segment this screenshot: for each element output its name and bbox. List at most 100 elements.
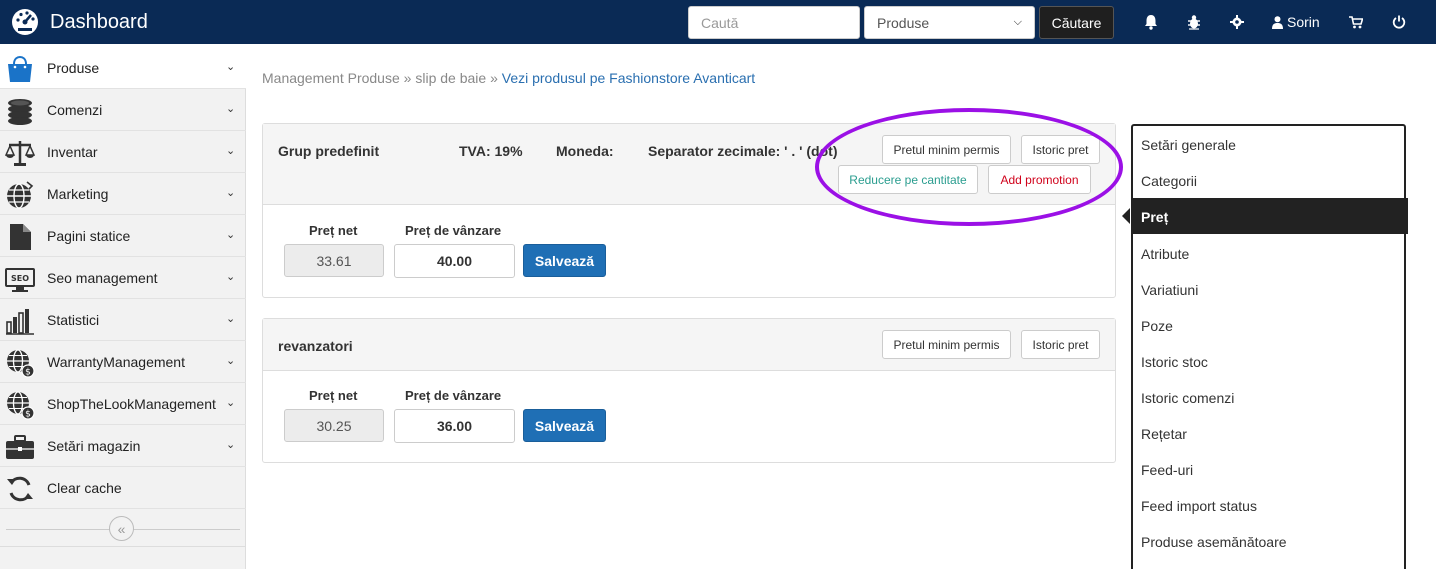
user-menu[interactable]: Sorin (1272, 12, 1320, 32)
nav-item-feed-uri[interactable]: Feed-uri (1133, 451, 1406, 487)
net-price-field: 33.61 (284, 244, 384, 277)
globe-dollar-icon: $ (4, 347, 36, 379)
breadcrumb-item[interactable]: Management Produse (262, 70, 400, 86)
chevron-down-icon: ⌵ (1013, 16, 1022, 28)
sidebar-item-label: Comenzi (47, 102, 103, 118)
nav-item-label: Preț (1141, 209, 1169, 225)
nav-item-categorii[interactable]: Categorii (1133, 162, 1406, 198)
sidebar-item-label: Statistici (47, 312, 100, 328)
nav-item-istoric-comenzi[interactable]: Istoric comenzi (1133, 379, 1406, 415)
nav-item-label: Istoric stoc (1141, 354, 1208, 370)
sidebar-item-pagini-statice[interactable]: Pagini statice ⌄ (0, 216, 246, 257)
sidebar-item-warranty-management[interactable]: $ WarrantyManagement ⌄ (0, 342, 246, 383)
sale-price-input[interactable]: 36.00 (394, 409, 515, 443)
chevron-down-icon: ⌄ (226, 103, 236, 115)
bug-icon[interactable] (1185, 12, 1203, 32)
brand[interactable]: Dashboard (10, 6, 148, 38)
sidebar: Produse ⌄ Comenzi ⌄ Inventar ⌄ Marketing… (0, 48, 246, 569)
sale-price-input[interactable]: 40.00 (394, 244, 515, 278)
nav-item-atribute[interactable]: Atribute (1133, 235, 1406, 271)
chevron-down-icon: ⌄ (226, 61, 236, 73)
panel-header: revanzatori Pretul minim permis Istoric … (263, 319, 1115, 371)
sale-price-label: Preț de vânzare (405, 388, 502, 403)
collapse-sidebar-icon[interactable]: « (109, 516, 134, 541)
currency-label: Moneda: (556, 143, 614, 159)
net-price-label: Preț net (309, 223, 358, 238)
decimal-separator-label: Separator zecimale: ' . ' (dot) (648, 143, 838, 159)
sidebar-item-label: Seo management (47, 270, 158, 286)
sidebar-item-label: Produse (47, 60, 100, 76)
globe-icon (4, 179, 36, 211)
nav-item-istoric-stoc[interactable]: Istoric stoc (1133, 343, 1406, 379)
sidebar-item-setari-magazin[interactable]: Setări magazin ⌄ (0, 426, 246, 467)
group-title: revanzatori (278, 338, 353, 354)
nav-item-label: Variatiuni (1141, 282, 1199, 298)
svg-text:SEO: SEO (11, 274, 29, 283)
user-icon (1272, 15, 1283, 29)
panel-header: Grup predefinit TVA: 19% Moneda: Separat… (263, 124, 1115, 205)
sidebar-item-marketing[interactable]: Marketing ⌄ (0, 174, 246, 215)
divider (0, 546, 246, 547)
seo-monitor-icon: SEO (4, 263, 36, 295)
nav-item-label: Atribute (1141, 246, 1190, 262)
breadcrumb-separator: » (490, 70, 498, 86)
sidebar-item-label: Setări magazin (47, 438, 141, 454)
nav-item-label: Setări generale (1141, 137, 1236, 153)
save-button[interactable]: Salvează (523, 409, 606, 442)
group-title: Grup predefinit (278, 143, 380, 159)
min-price-button[interactable]: Pretul minim permis (882, 135, 1011, 164)
nav-item-setari-generale[interactable]: Setări generale (1133, 126, 1406, 162)
nav-item-label: Feed-uri (1141, 462, 1194, 478)
sidebar-item-seo-management[interactable]: SEO Seo management ⌄ (0, 258, 246, 299)
search-input[interactable] (688, 6, 860, 39)
tva-label: TVA: 19% (459, 143, 523, 159)
gear-icon[interactable] (1228, 12, 1246, 32)
sidebar-item-shop-the-look-management[interactable]: $ ShopTheLookManagement ⌄ (0, 384, 246, 425)
sidebar-item-statistici[interactable]: Statistici ⌄ (0, 300, 246, 341)
file-icon (4, 221, 36, 253)
chevron-down-icon: ⌄ (226, 187, 236, 199)
add-promotion-button[interactable]: Add promotion (988, 165, 1091, 194)
price-history-button[interactable]: Istoric pret (1021, 135, 1100, 164)
chevron-down-icon: ⌄ (226, 397, 236, 409)
briefcase-icon (4, 431, 36, 463)
chevron-down-icon: ⌄ (226, 271, 236, 283)
sidebar-item-clear-cache[interactable]: Clear cache (0, 468, 246, 509)
power-icon[interactable] (1390, 12, 1408, 32)
sidebar-item-comenzi[interactable]: Comenzi ⌄ (0, 90, 246, 131)
coins-icon (4, 95, 36, 127)
cart-icon[interactable] (1347, 12, 1365, 32)
nav-item-poze[interactable]: Poze (1133, 307, 1406, 343)
net-price-field: 30.25 (284, 409, 384, 442)
price-history-button[interactable]: Istoric pret (1021, 330, 1100, 359)
nav-item-retetar[interactable]: Rețetar (1133, 415, 1406, 451)
nav-item-pret[interactable]: Preț (1122, 198, 1408, 234)
quantity-discount-button[interactable]: Reducere pe cantitate (838, 165, 978, 194)
svg-text:$: $ (25, 368, 31, 378)
search-button[interactable]: Căutare (1039, 6, 1114, 39)
dashboard-gauge-icon (12, 9, 38, 35)
breadcrumb-item[interactable]: slip de baie (415, 70, 486, 86)
active-indicator (1122, 208, 1130, 224)
top-navbar: Dashboard Produse ⌵ Căutare Sorin (0, 0, 1436, 44)
search-scope-select[interactable]: Produse ⌵ (864, 6, 1035, 39)
nav-item-variatiuni[interactable]: Variatiuni (1133, 271, 1406, 307)
nav-item-label: Produse asemănătoare (1141, 534, 1287, 550)
nav-item-produse-asemanatoare[interactable]: Produse asemănătoare (1133, 523, 1406, 559)
sidebar-item-label: Clear cache (47, 480, 122, 496)
sidebar-item-label: Pagini statice (47, 228, 131, 244)
svg-text:$: $ (25, 410, 31, 420)
bell-icon[interactable] (1142, 12, 1160, 32)
sidebar-item-produse[interactable]: Produse ⌄ (0, 48, 246, 89)
sidebar-item-label: ShopTheLookManagement (47, 396, 216, 412)
nav-item-feed-import-status[interactable]: Feed import status (1133, 487, 1406, 523)
save-button[interactable]: Salvează (523, 244, 606, 277)
sale-price-label: Preț de vânzare (405, 223, 502, 238)
nav-item-label: Poze (1141, 318, 1173, 334)
chevron-down-icon: ⌄ (226, 355, 236, 367)
min-price-button[interactable]: Pretul minim permis (882, 330, 1011, 359)
price-group-panel: Grup predefinit TVA: 19% Moneda: Separat… (262, 123, 1116, 298)
view-product-link[interactable]: Vezi produsul pe Fashionstore Avanticart (502, 70, 755, 86)
sidebar-item-inventar[interactable]: Inventar ⌄ (0, 132, 246, 173)
nav-item-label: Feed import status (1141, 498, 1257, 514)
